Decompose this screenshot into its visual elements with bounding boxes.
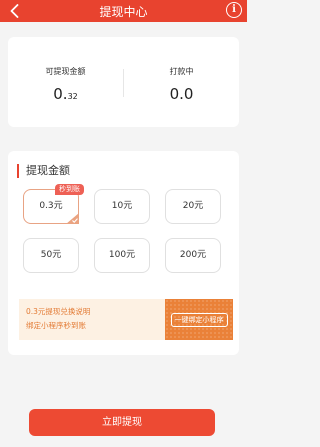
balance-card: 可提现金额 0.32 打款中 0.0 bbox=[8, 37, 239, 127]
header-bar: 提现中心 i bbox=[0, 0, 247, 22]
paying-balance: 打款中 0.0 bbox=[124, 37, 239, 127]
promo-pattern bbox=[165, 299, 233, 340]
amount-option-label: 100元 bbox=[108, 250, 136, 260]
promo-title: 0.3元提现兑换说明 bbox=[26, 307, 91, 316]
amount-option-200[interactable]: 200元 bbox=[165, 238, 221, 273]
withdrawable-amount-int: 0. bbox=[53, 85, 68, 103]
withdrawable-balance: 可提现金额 0.32 bbox=[8, 37, 123, 127]
promo-banner: 0.3元提现兑换说明 绑定小程序秒到账 一键绑定小程序 bbox=[19, 299, 233, 340]
section-title: 提现金额 bbox=[17, 164, 70, 178]
paying-label: 打款中 bbox=[169, 67, 194, 76]
amount-option-20[interactable]: 20元 bbox=[165, 189, 221, 224]
withdrawable-amount: 0.32 bbox=[8, 85, 123, 103]
amount-option-0-3[interactable]: 0.3元 秒到账 bbox=[23, 184, 84, 224]
amount-option-100[interactable]: 100元 bbox=[94, 238, 150, 273]
instant-badge: 秒到账 bbox=[55, 184, 84, 195]
amount-option-10[interactable]: 10元 bbox=[94, 189, 150, 224]
page-title: 提现中心 bbox=[99, 5, 148, 19]
amount-option-label: 0.3元 bbox=[39, 201, 63, 211]
amount-option-50[interactable]: 50元 bbox=[23, 238, 79, 273]
promo-subtitle: 绑定小程序秒到账 bbox=[26, 321, 86, 330]
withdraw-button[interactable]: 立即提现 bbox=[29, 409, 215, 436]
paying-amount: 0.0 bbox=[169, 85, 194, 103]
checkmark-icon bbox=[66, 213, 79, 224]
amount-option-label: 200元 bbox=[179, 250, 207, 260]
withdrawable-amount-dec: 32 bbox=[67, 92, 78, 101]
amount-card: 提现金额 0.3元 秒到账 10元 20元 50元 100元 200元 0.3元… bbox=[8, 151, 239, 355]
amount-option-label: 20元 bbox=[182, 201, 204, 211]
info-icon[interactable]: i bbox=[226, 2, 242, 18]
amount-option-label: 50元 bbox=[40, 250, 62, 260]
amount-option-label: 10元 bbox=[111, 201, 133, 211]
withdrawable-label: 可提现金额 bbox=[45, 67, 86, 76]
